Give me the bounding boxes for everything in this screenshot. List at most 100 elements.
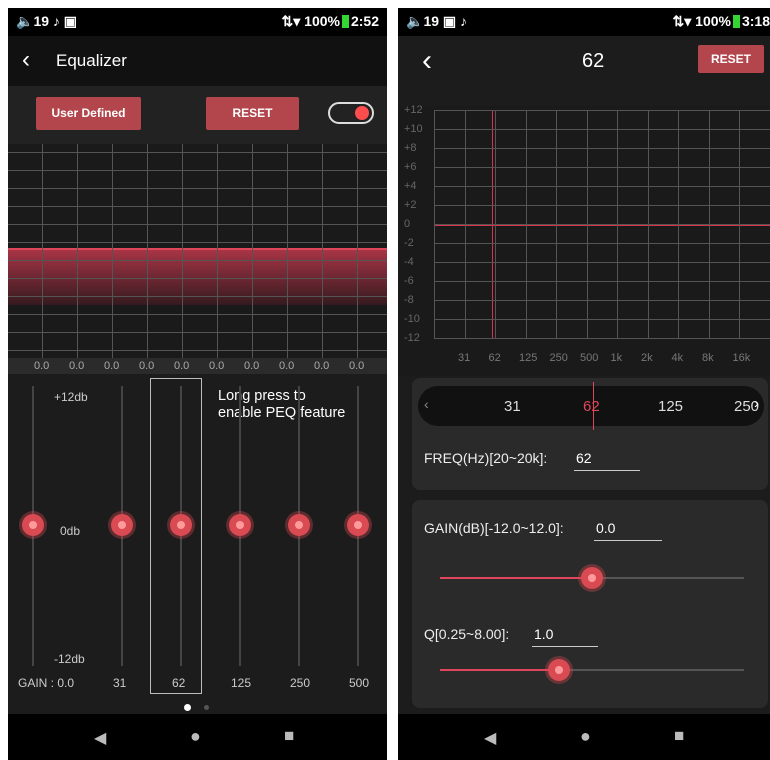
graph-gridline: [147, 144, 148, 358]
y-axis-label: -8: [404, 294, 414, 306]
picker-item-selected[interactable]: 62: [583, 398, 600, 415]
graph-gridline: [678, 110, 679, 338]
q-slider[interactable]: [440, 659, 744, 681]
graph-gridline: [434, 110, 435, 338]
y-axis-label: +4: [404, 180, 417, 192]
nav-back-icon[interactable]: ◀: [484, 728, 496, 748]
x-axis-label: 1k: [610, 352, 623, 364]
status-bar: 🔈19 ▣ ♪ ⇅▾ 100% 3:18: [398, 8, 770, 36]
band-value: 0.0: [279, 360, 295, 372]
reset-button[interactable]: RESET: [206, 97, 299, 130]
graph-gridline: [322, 144, 323, 358]
page-dot[interactable]: [204, 705, 209, 710]
q-slider-fill: [440, 669, 559, 671]
graph-gridline: [434, 262, 770, 263]
y-axis-label: -12: [404, 332, 420, 344]
y-axis-label: -2: [404, 237, 414, 249]
y-axis-label: -10: [404, 313, 420, 325]
graph-gridline: [434, 129, 770, 130]
band-value: 0.0: [209, 360, 225, 372]
picker-item[interactable]: 31: [504, 398, 521, 415]
volume-icon: 🔈: [406, 13, 424, 29]
graph-gridline: [434, 319, 770, 320]
x-axis-label: 2k: [641, 352, 653, 364]
band-value: 0.0: [104, 360, 120, 372]
nav-home-icon[interactable]: ●: [580, 726, 591, 747]
back-arrow-icon[interactable]: ‹: [22, 46, 30, 74]
band-frequency-label: 62: [172, 676, 186, 690]
y-axis-label: +12: [404, 104, 423, 116]
graph-gridline: [739, 110, 740, 338]
page-dot-active[interactable]: [184, 704, 191, 711]
graph-gridline: [434, 224, 770, 225]
gain-input[interactable]: 0.0: [596, 520, 615, 536]
picker-right-icon[interactable]: ›: [754, 395, 759, 412]
x-axis-label: 4k: [671, 352, 684, 364]
graph-gridline: [8, 242, 387, 243]
band-slider-knob[interactable]: [170, 514, 192, 536]
back-arrow-icon[interactable]: ‹: [422, 44, 432, 78]
gain-slider-knob[interactable]: [22, 514, 44, 536]
volume-icon: 🔈: [16, 13, 34, 29]
battery-icon: [732, 15, 740, 28]
control-row: User Defined RESET: [8, 86, 387, 144]
picker-left-icon[interactable]: ‹: [424, 396, 429, 412]
clock: 2:52: [350, 13, 379, 29]
gain-readout: GAIN : 0.0: [18, 676, 75, 690]
graph-gridline: [434, 148, 770, 149]
system-nav-bar: ◀ ● ■: [8, 714, 387, 760]
q-label: Q[0.25~8.00]:: [424, 626, 510, 642]
nav-back-icon[interactable]: ◀: [94, 728, 106, 748]
app-header: ‹ 62 RESET: [398, 36, 770, 92]
band-slider-knob[interactable]: [288, 514, 310, 536]
gain-slider[interactable]: [440, 567, 744, 589]
x-axis-label: 125: [519, 352, 538, 364]
graph-gridline: [434, 167, 770, 168]
band-value: 0.0: [34, 360, 50, 372]
music-icon: ♪: [460, 13, 468, 29]
picker-item[interactable]: 125: [658, 398, 683, 415]
graph-gridline: [434, 110, 770, 111]
q-slider-knob[interactable]: [547, 659, 570, 681]
y-axis-label: +2: [404, 199, 417, 211]
reset-button[interactable]: RESET: [698, 45, 764, 73]
band-frequency-label: 125: [231, 676, 252, 690]
y-axis-label: -4: [404, 256, 414, 268]
x-axis-label: 500: [580, 352, 599, 364]
graph-gridline: [8, 206, 387, 207]
x-axis-label: 250: [549, 352, 568, 364]
wifi-icon: ⇅▾: [281, 13, 301, 29]
graph-gridline: [8, 152, 387, 153]
frequency-picker[interactable]: ‹ 31 62 125 250 ›: [418, 382, 764, 430]
band-slider-knob[interactable]: [111, 514, 133, 536]
band-value: 0.0: [139, 360, 155, 372]
toggle-knob: [355, 106, 369, 120]
graph-gridline: [525, 110, 527, 338]
eq-toggle[interactable]: [328, 102, 374, 124]
graph-gridline: [434, 300, 770, 301]
nav-home-icon[interactable]: ●: [190, 726, 201, 747]
app-header: ‹ Equalizer: [8, 36, 387, 86]
graph-gridline: [357, 144, 358, 358]
band-value: 0.0: [349, 360, 365, 372]
y-axis-label: 0: [404, 218, 411, 230]
freq-input[interactable]: 62: [576, 450, 592, 466]
band-slider-knob[interactable]: [229, 514, 251, 536]
q-input[interactable]: 1.0: [534, 626, 553, 642]
eq-curve-graph: [8, 144, 387, 358]
preset-button[interactable]: User Defined: [36, 97, 141, 130]
graph-gridline: [252, 144, 253, 358]
nav-recents-icon[interactable]: ■: [284, 726, 294, 746]
graph-gridline: [708, 110, 710, 338]
gain-slider-knob[interactable]: [581, 567, 603, 589]
band-slider-knob[interactable]: [347, 514, 369, 536]
graph-gridline: [8, 170, 387, 171]
band-title: 62: [582, 50, 605, 72]
music-icon: ♪: [52, 13, 60, 29]
wifi-icon: ⇅▾: [672, 13, 692, 29]
max-db-label: +12db: [54, 390, 88, 404]
band-values-row: 0.0 0.0 0.0 0.0 0.0 0.0 0.0 0.0 0.0 0.0: [8, 358, 387, 374]
nav-recents-icon[interactable]: ■: [674, 726, 684, 746]
graph-gridline: [434, 186, 770, 187]
zero-db-label: 0db: [60, 524, 81, 538]
